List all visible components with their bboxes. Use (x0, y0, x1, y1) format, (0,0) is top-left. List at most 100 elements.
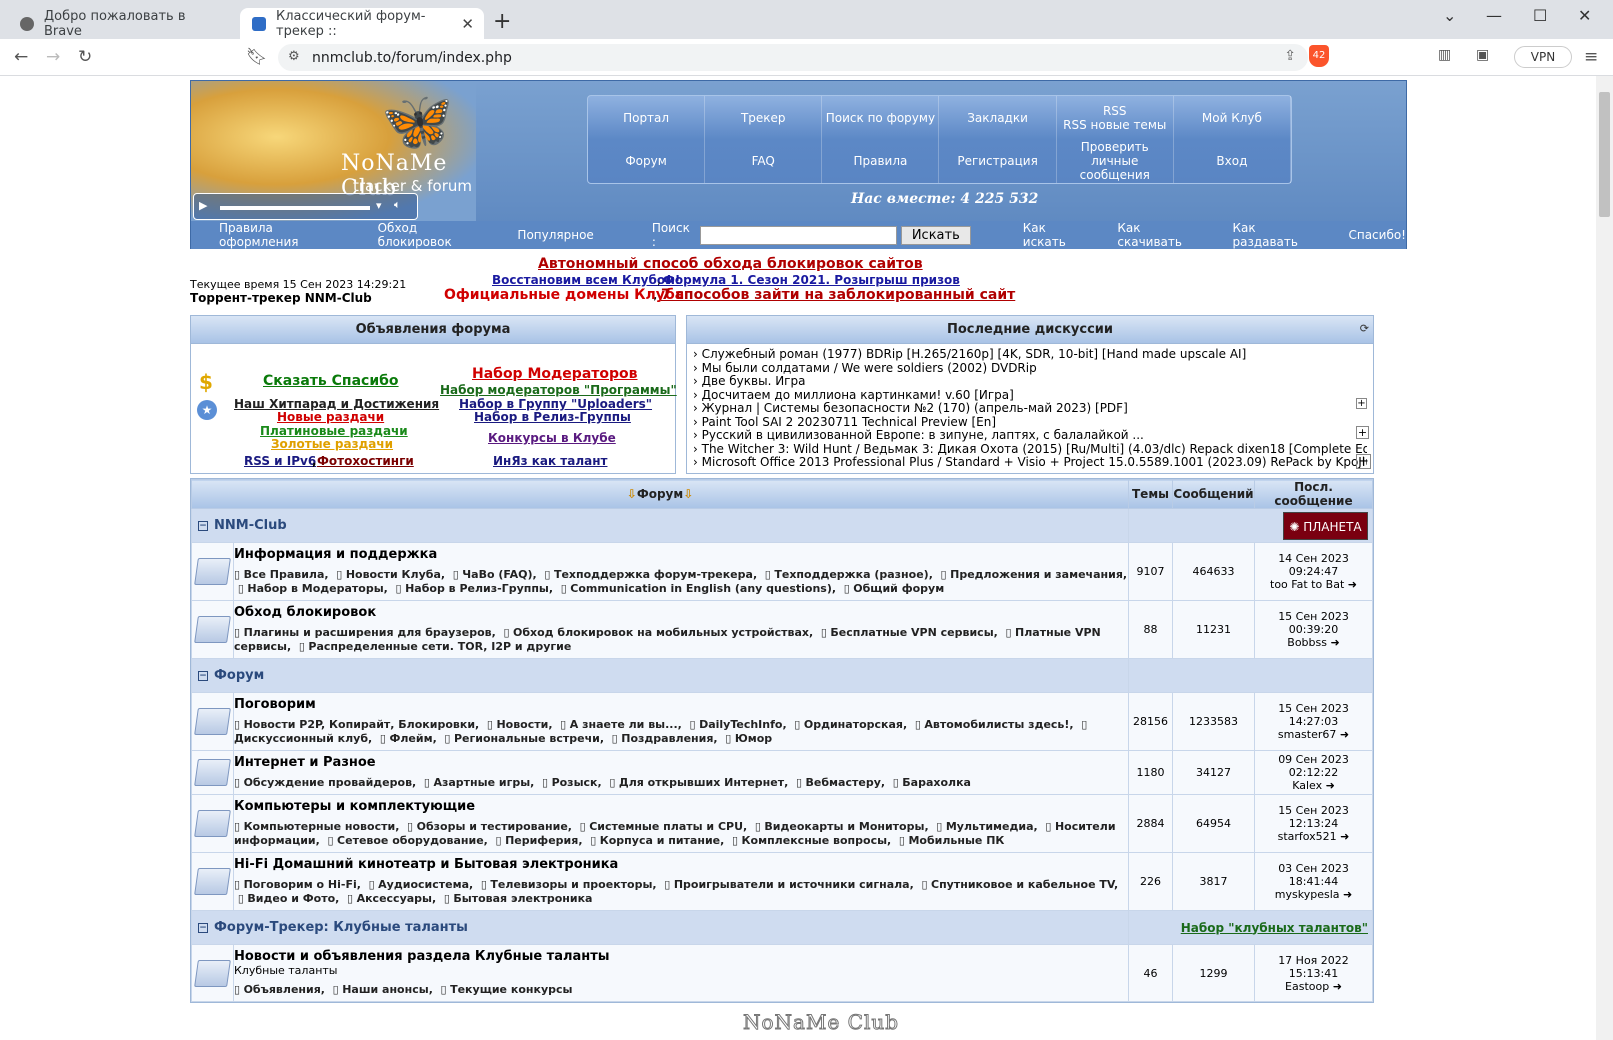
subforum-link[interactable]: Видеокарты и Мониторы (755, 820, 925, 833)
subforum-link[interactable]: Все Правила (234, 568, 324, 581)
search-input[interactable] (700, 225, 897, 245)
menu-my-club[interactable]: Мой Клуб (1174, 96, 1291, 140)
subforum-link[interactable]: Периферия (496, 834, 579, 847)
menu-check-pm[interactable]: Проверить личные сообщения (1057, 139, 1174, 183)
forum-name[interactable]: Обход блокировок (234, 601, 1128, 620)
announcement-bypass[interactable]: Автономный способ обхода блокировок сайт… (538, 256, 923, 272)
subforum-link[interactable]: Розыск (542, 776, 598, 789)
gold-releases-link[interactable]: Золотые раздачи (271, 437, 393, 451)
subforum-link[interactable]: Аудиосистема (369, 878, 469, 891)
subnav-how-seed[interactable]: Как раздавать (1232, 221, 1320, 249)
subforum-link[interactable]: Обход блокировок на мобильных устройства… (503, 626, 809, 639)
back-icon[interactable]: ← (14, 47, 28, 67)
volume-icon[interactable]: 🔈︎ (394, 198, 401, 212)
expand-icon[interactable]: + (1356, 426, 1369, 439)
subforum-link[interactable]: Новости Клуба (336, 568, 441, 581)
subforum-link[interactable]: Текущие конкурсы (441, 983, 573, 996)
subnav-how-search[interactable]: Как искать (1023, 221, 1090, 249)
go-to-post-icon[interactable]: ➜ (1333, 980, 1342, 993)
subforum-link[interactable]: Для открывших Интернет (609, 776, 784, 789)
subforum-link[interactable]: Новости P2P, Копирайт, Блокировки (234, 718, 475, 731)
menu-forum-search[interactable]: Поиск по форуму (822, 96, 940, 140)
forum-name[interactable]: Новости и объявления раздела Клубные тал… (234, 945, 1128, 964)
subforum-link[interactable]: Объявления (234, 983, 321, 996)
go-to-post-icon[interactable]: ➜ (1340, 830, 1349, 843)
contests-link[interactable]: Конкурсы в Клубе (488, 431, 616, 445)
wallet-icon[interactable]: ▣ (1476, 47, 1489, 63)
discussion-item[interactable]: › Служебный роман (1977) BDRip [H.265/21… (693, 348, 1367, 362)
subforum-link[interactable]: Наши анонсы (333, 983, 429, 996)
subforum-link[interactable]: Азартные игры (424, 776, 530, 789)
discussion-item[interactable]: › Досчитаем до миллиона картинками! v.60… (693, 389, 1367, 403)
menu-portal[interactable]: Портал (588, 96, 706, 140)
planet-logo[interactable]: ✺ ПЛАНЕТА (1283, 511, 1368, 540)
scrollbar-thumb[interactable] (1599, 92, 1610, 217)
dropdown-icon[interactable]: ▾ (376, 199, 382, 212)
moderators-recruit-link[interactable]: Набор Модераторов (472, 366, 638, 382)
new-releases-link[interactable]: Новые раздачи (277, 410, 384, 424)
subforum-link[interactable]: Поздравления (612, 732, 714, 745)
announcement-restore[interactable]: Восстановим всем Клубом! (492, 273, 680, 287)
discussion-item[interactable]: › Paint Tool SAI 2 20230711 Technical Pr… (693, 416, 1367, 430)
play-icon[interactable]: ▶ (199, 199, 207, 212)
platinum-releases-link[interactable]: Платиновые раздачи (260, 424, 408, 438)
menu-rules[interactable]: Правила (822, 139, 940, 183)
talents-recruit-link[interactable]: Набор "клубных талантов" (1181, 921, 1368, 935)
menu-register[interactable]: Регистрация (939, 139, 1057, 183)
category-name[interactable]: − NNM-Club (191, 508, 1129, 543)
url-field[interactable]: ⚙ nnmclub.to/forum/index.php ⇪ (278, 44, 1308, 71)
subforum-link[interactable]: Телевизоры и проекторы (481, 878, 653, 891)
subforum-link[interactable]: Обсуждение провайдеров (234, 776, 412, 789)
category-name[interactable]: − Форум (191, 658, 1129, 693)
subforum-link[interactable]: Техподдержка (разное) (765, 568, 929, 581)
tab-welcome[interactable]: Добро пожаловать в Brave (8, 8, 236, 39)
go-to-post-icon[interactable]: ➜ (1330, 636, 1339, 649)
discussion-item[interactable]: › Две буквы. Игра (693, 375, 1367, 389)
subforum-link[interactable]: Плагины и расширения для браузеров (234, 626, 492, 639)
search-button[interactable]: Искать (900, 225, 971, 245)
category-name[interactable]: − Форум-Трекер: Клубные таланты (191, 910, 1129, 945)
forum-name[interactable]: Интернет и Разное (234, 751, 1128, 770)
menu-faq[interactable]: FAQ (705, 139, 823, 183)
menu-bookmarks[interactable]: Закладки (939, 96, 1057, 140)
announcement-7-ways[interactable]: 7 способов зайти на заблокированный сайт (661, 287, 1015, 303)
subnav-bypass[interactable]: Обход блокировок (378, 221, 490, 249)
announcement-f1[interactable]: Формула 1. Сезон 2021. Розыгрыш призов (663, 273, 960, 287)
subforum-link[interactable]: Бытовая электроника (444, 892, 593, 905)
go-to-post-icon[interactable]: ➜ (1326, 779, 1335, 792)
minimize-icon[interactable]: — (1486, 6, 1502, 25)
subnav-popular[interactable]: Популярное (517, 228, 593, 242)
menu-icon[interactable]: ≡ (1584, 47, 1598, 67)
subforum-link[interactable]: Предложения и замечания (941, 568, 1123, 581)
player-progress[interactable] (220, 206, 370, 210)
menu-tracker[interactable]: Трекер (705, 96, 823, 140)
discussion-item[interactable]: › The Witcher 3: Wild Hunt / Ведьмак 3: … (693, 443, 1367, 457)
expand-icon[interactable]: + (1356, 398, 1367, 409)
discussion-item[interactable]: › Русский в цивилизованной Европе: в зип… (693, 429, 1367, 443)
uploaders-link[interactable]: Набор в Группу "Uploaders" (459, 397, 652, 411)
subforum-link[interactable]: Проигрыватели и источники сигнала (664, 878, 909, 891)
menu-rss[interactable]: RSS RSS новые темы (1057, 96, 1174, 140)
subforum-link[interactable]: Автомобилисты здесь! (915, 718, 1070, 731)
subforum-link[interactable]: Распределенные сети. TOR, I2P и другие (299, 640, 571, 653)
last-user[interactable]: Bobbss (1287, 636, 1327, 649)
go-to-post-icon[interactable]: ➜ (1348, 578, 1357, 591)
subforum-link[interactable]: Ординаторская (794, 718, 903, 731)
announcement-domains[interactable]: Официальные домены Клуба (444, 287, 684, 303)
refresh-icon[interactable]: ⟳ (1360, 322, 1369, 335)
subforum-link[interactable]: Региональные встречи (444, 732, 599, 745)
subforum-link[interactable]: Бесплатные VPN сервисы (821, 626, 994, 639)
forum-name[interactable]: Hi-Fi Домашний кинотеатр и Бытовая элект… (234, 853, 1128, 872)
discussion-item[interactable]: › Мы были солдатами / We were soldiers (… (693, 362, 1367, 376)
subforum-link[interactable]: Communication in English (any questions) (561, 582, 832, 595)
menu-login[interactable]: Вход (1174, 139, 1291, 183)
radio-player[interactable]: ▶ ▾ 🔈︎ (193, 193, 418, 220)
subforum-link[interactable]: Барахолка (893, 776, 971, 789)
subforum-link[interactable]: А знаете ли вы... (560, 718, 677, 731)
subforum-link[interactable]: Флейм (380, 732, 433, 745)
reload-icon[interactable]: ↻ (78, 47, 92, 67)
subforum-link[interactable]: Спутниковое и кабельное TV (921, 878, 1114, 891)
say-thanks-link[interactable]: Сказать Спасибо (263, 373, 399, 389)
menu-forum[interactable]: Форум (588, 139, 706, 183)
forward-icon[interactable]: → (46, 47, 60, 67)
